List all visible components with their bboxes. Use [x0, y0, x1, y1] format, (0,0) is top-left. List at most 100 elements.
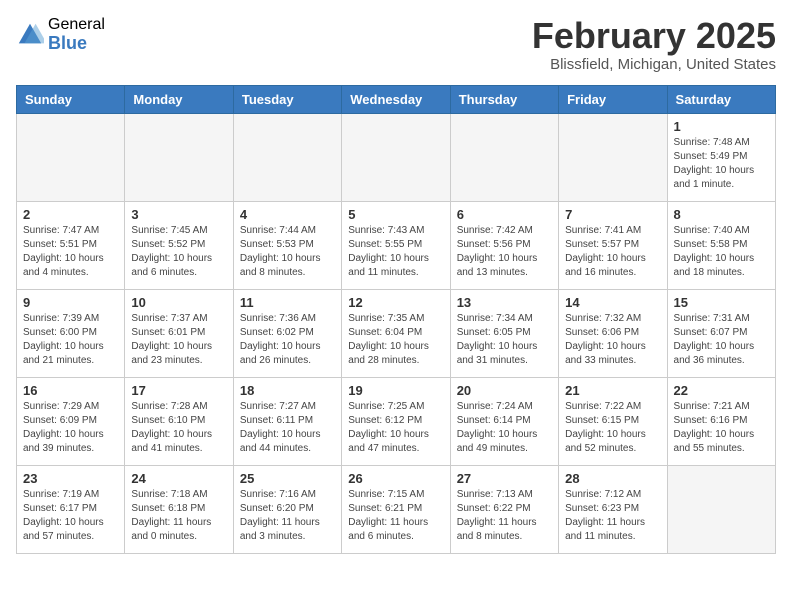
calendar-cell [233, 113, 341, 201]
day-info: Sunrise: 7:35 AM Sunset: 6:04 PM Dayligh… [348, 312, 443, 368]
day-info: Sunrise: 7:42 AM Sunset: 5:56 PM Dayligh… [457, 224, 552, 280]
calendar-header-row: SundayMondayTuesdayWednesdayThursdayFrid… [17, 85, 776, 113]
calendar-header-tuesday: Tuesday [233, 85, 341, 113]
calendar-cell: 4 Sunrise: 7:44 AM Sunset: 5:53 PM Daylig… [233, 201, 341, 289]
day-number: 12 [348, 295, 443, 310]
day-number: 1 [674, 119, 769, 134]
day-number: 2 [23, 207, 118, 222]
week-row-4: 23 Sunrise: 7:19 AM Sunset: 6:17 PM Dayli… [17, 465, 776, 553]
calendar-cell: 25 Sunrise: 7:16 AM Sunset: 6:20 PM Dayli… [233, 465, 341, 553]
day-info: Sunrise: 7:41 AM Sunset: 5:57 PM Dayligh… [565, 224, 660, 280]
day-number: 28 [565, 471, 660, 486]
day-number: 5 [348, 207, 443, 222]
day-info: Sunrise: 7:28 AM Sunset: 6:10 PM Dayligh… [131, 400, 226, 456]
day-info: Sunrise: 7:31 AM Sunset: 6:07 PM Dayligh… [674, 312, 769, 368]
day-info: Sunrise: 7:44 AM Sunset: 5:53 PM Dayligh… [240, 224, 335, 280]
day-number: 11 [240, 295, 335, 310]
logo-text: General Blue [48, 16, 105, 53]
day-number: 6 [457, 207, 552, 222]
calendar-cell: 20Sunrise: 7:24 AM Sunset: 6:14 PM Dayli… [450, 377, 558, 465]
calendar-cell: 27 Sunrise: 7:13 AM Sunset: 6:22 PM Dayli… [450, 465, 558, 553]
day-info: Sunrise: 7:25 AM Sunset: 6:12 PM Dayligh… [348, 400, 443, 456]
calendar-cell: 7 Sunrise: 7:41 AM Sunset: 5:57 PM Daylig… [559, 201, 667, 289]
calendar-cell: 10 Sunrise: 7:37 AM Sunset: 6:01 PM Dayli… [125, 289, 233, 377]
calendar-cell: 14 Sunrise: 7:32 AM Sunset: 6:06 PM Dayli… [559, 289, 667, 377]
calendar-cell: 16Sunrise: 7:29 AM Sunset: 6:09 PM Dayli… [17, 377, 125, 465]
day-number: 23 [23, 471, 118, 486]
day-number: 15 [674, 295, 769, 310]
day-info: Sunrise: 7:37 AM Sunset: 6:01 PM Dayligh… [131, 312, 226, 368]
calendar-cell: 9 Sunrise: 7:39 AM Sunset: 6:00 PM Daylig… [17, 289, 125, 377]
logo-blue: Blue [48, 34, 105, 54]
day-info: Sunrise: 7:48 AM Sunset: 5:49 PM Dayligh… [674, 136, 769, 192]
logo: General Blue [16, 16, 105, 53]
calendar-cell: 1 Sunrise: 7:48 AM Sunset: 5:49 PM Daylig… [667, 113, 775, 201]
day-info: Sunrise: 7:29 AM Sunset: 6:09 PM Dayligh… [23, 400, 118, 456]
calendar-cell: 26Sunrise: 7:15 AM Sunset: 6:21 PM Dayli… [342, 465, 450, 553]
calendar-cell: 22Sunrise: 7:21 AM Sunset: 6:16 PM Dayli… [667, 377, 775, 465]
calendar-cell: 28 Sunrise: 7:12 AM Sunset: 6:23 PM Dayli… [559, 465, 667, 553]
day-number: 18 [240, 383, 335, 398]
day-number: 19 [348, 383, 443, 398]
calendar-cell [342, 113, 450, 201]
calendar-cell: 24 Sunrise: 7:18 AM Sunset: 6:18 PM Dayli… [125, 465, 233, 553]
calendar-header-friday: Friday [559, 85, 667, 113]
location: Blissfield, Michigan, United States [532, 56, 776, 73]
day-info: Sunrise: 7:21 AM Sunset: 6:16 PM Dayligh… [674, 400, 769, 456]
day-info: Sunrise: 7:15 AM Sunset: 6:21 PM Dayligh… [348, 488, 443, 544]
day-info: Sunrise: 7:43 AM Sunset: 5:55 PM Dayligh… [348, 224, 443, 280]
day-info: Sunrise: 7:34 AM Sunset: 6:05 PM Dayligh… [457, 312, 552, 368]
day-info: Sunrise: 7:12 AM Sunset: 6:23 PM Dayligh… [565, 488, 660, 544]
calendar-cell: 19 Sunrise: 7:25 AM Sunset: 6:12 PM Dayli… [342, 377, 450, 465]
calendar-cell: 21 Sunrise: 7:22 AM Sunset: 6:15 PM Dayli… [559, 377, 667, 465]
calendar-cell [450, 113, 558, 201]
calendar-header-wednesday: Wednesday [342, 85, 450, 113]
day-number: 14 [565, 295, 660, 310]
day-number: 24 [131, 471, 226, 486]
logo-general: General [48, 16, 105, 34]
calendar-cell: 17 Sunrise: 7:28 AM Sunset: 6:10 PM Dayli… [125, 377, 233, 465]
calendar-header-thursday: Thursday [450, 85, 558, 113]
day-number: 7 [565, 207, 660, 222]
page-header: General Blue February 2025 Blissfield, M… [16, 16, 776, 73]
calendar-cell [667, 465, 775, 553]
day-info: Sunrise: 7:19 AM Sunset: 6:17 PM Dayligh… [23, 488, 118, 544]
calendar-cell: 8 Sunrise: 7:40 AM Sunset: 5:58 PM Daylig… [667, 201, 775, 289]
calendar-cell: 3 Sunrise: 7:45 AM Sunset: 5:52 PM Daylig… [125, 201, 233, 289]
calendar-cell: 2 Sunrise: 7:47 AM Sunset: 5:51 PM Daylig… [17, 201, 125, 289]
day-number: 27 [457, 471, 552, 486]
day-info: Sunrise: 7:24 AM Sunset: 6:14 PM Dayligh… [457, 400, 552, 456]
month-year: February 2025 [532, 16, 776, 56]
day-info: Sunrise: 7:22 AM Sunset: 6:15 PM Dayligh… [565, 400, 660, 456]
day-info: Sunrise: 7:27 AM Sunset: 6:11 PM Dayligh… [240, 400, 335, 456]
day-number: 9 [23, 295, 118, 310]
week-row-0: 1 Sunrise: 7:48 AM Sunset: 5:49 PM Daylig… [17, 113, 776, 201]
day-number: 13 [457, 295, 552, 310]
day-number: 17 [131, 383, 226, 398]
day-info: Sunrise: 7:40 AM Sunset: 5:58 PM Dayligh… [674, 224, 769, 280]
calendar-cell: 5 Sunrise: 7:43 AM Sunset: 5:55 PM Daylig… [342, 201, 450, 289]
week-row-3: 16Sunrise: 7:29 AM Sunset: 6:09 PM Dayli… [17, 377, 776, 465]
calendar-cell: 15 Sunrise: 7:31 AM Sunset: 6:07 PM Dayli… [667, 289, 775, 377]
calendar: SundayMondayTuesdayWednesdayThursdayFrid… [16, 85, 776, 554]
day-info: Sunrise: 7:47 AM Sunset: 5:51 PM Dayligh… [23, 224, 118, 280]
day-info: Sunrise: 7:39 AM Sunset: 6:00 PM Dayligh… [23, 312, 118, 368]
calendar-cell: 12 Sunrise: 7:35 AM Sunset: 6:04 PM Dayli… [342, 289, 450, 377]
calendar-cell [559, 113, 667, 201]
calendar-cell [17, 113, 125, 201]
day-number: 25 [240, 471, 335, 486]
day-number: 8 [674, 207, 769, 222]
day-info: Sunrise: 7:13 AM Sunset: 6:22 PM Dayligh… [457, 488, 552, 544]
week-row-2: 9 Sunrise: 7:39 AM Sunset: 6:00 PM Daylig… [17, 289, 776, 377]
day-info: Sunrise: 7:18 AM Sunset: 6:18 PM Dayligh… [131, 488, 226, 544]
day-info: Sunrise: 7:16 AM Sunset: 6:20 PM Dayligh… [240, 488, 335, 544]
calendar-cell: 13 Sunrise: 7:34 AM Sunset: 6:05 PM Dayli… [450, 289, 558, 377]
day-info: Sunrise: 7:45 AM Sunset: 5:52 PM Dayligh… [131, 224, 226, 280]
day-info: Sunrise: 7:36 AM Sunset: 6:02 PM Dayligh… [240, 312, 335, 368]
logo-icon [16, 21, 44, 49]
day-number: 3 [131, 207, 226, 222]
day-info: Sunrise: 7:32 AM Sunset: 6:06 PM Dayligh… [565, 312, 660, 368]
day-number: 4 [240, 207, 335, 222]
day-number: 21 [565, 383, 660, 398]
day-number: 10 [131, 295, 226, 310]
